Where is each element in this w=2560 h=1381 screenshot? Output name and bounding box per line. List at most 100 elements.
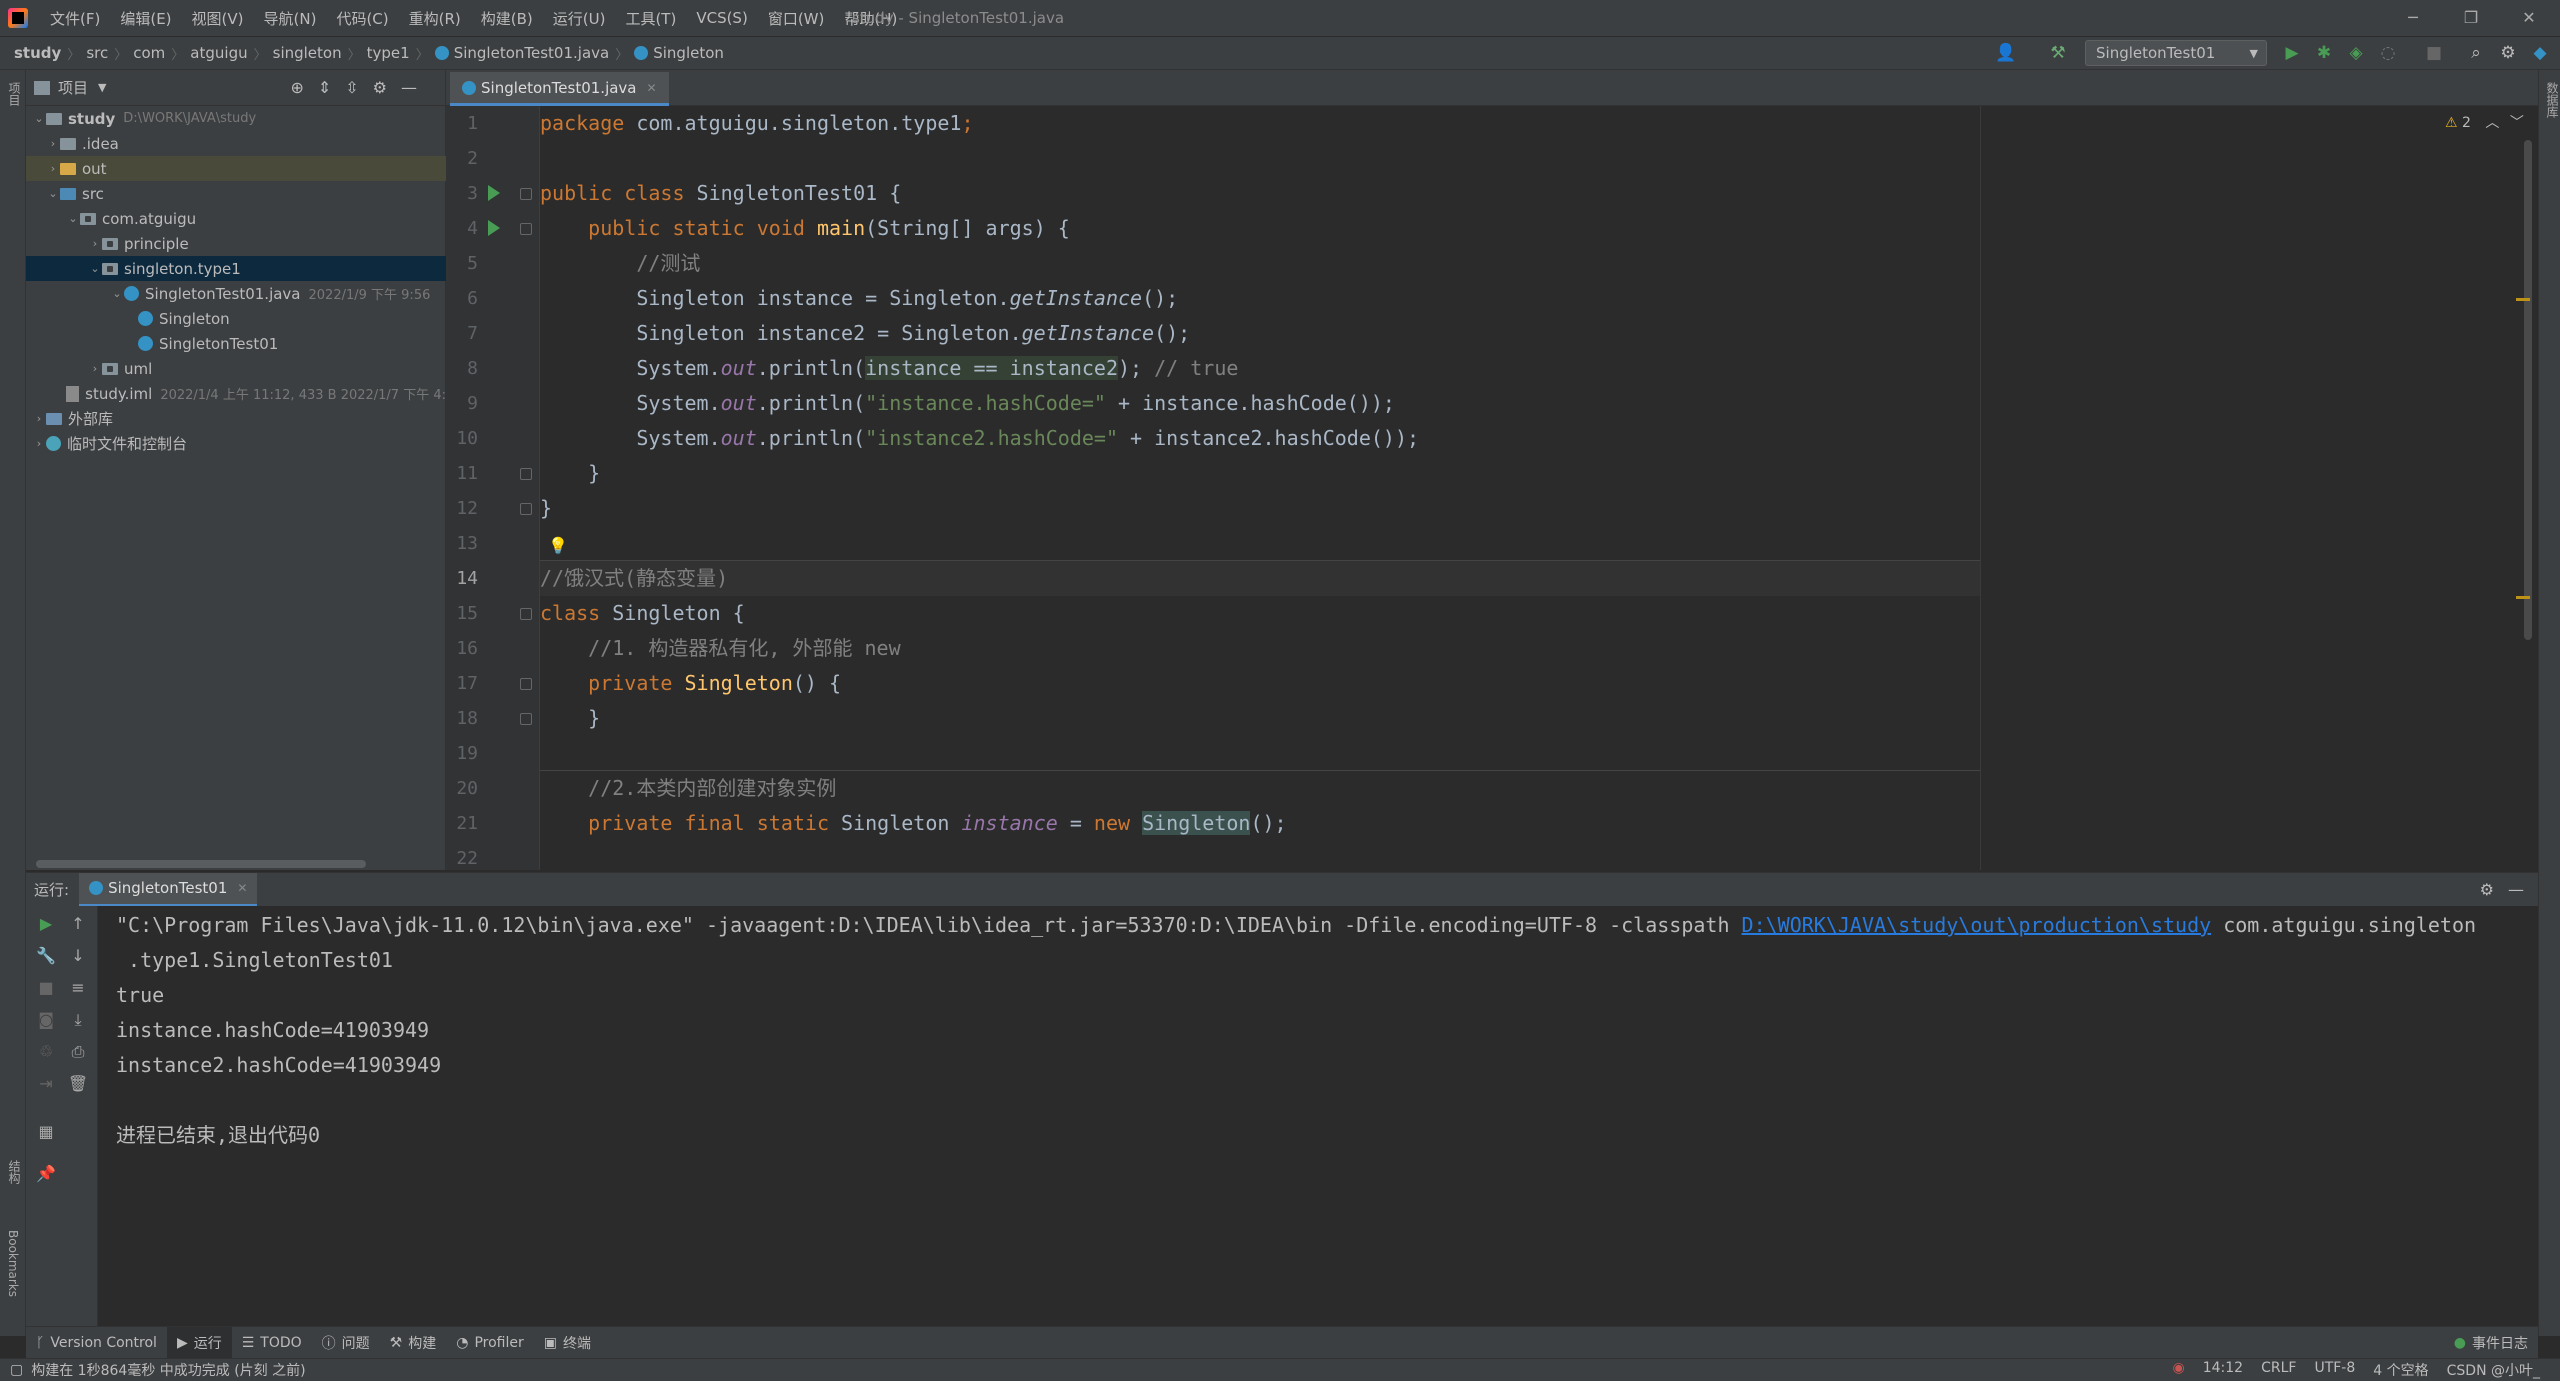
chevron-down-icon[interactable]: ﹀ bbox=[2510, 115, 2524, 131]
project-panel-title[interactable]: 项目 bbox=[58, 77, 88, 98]
fold-icon[interactable] bbox=[520, 223, 532, 235]
chevron-down-icon[interactable]: ▼ bbox=[98, 81, 106, 94]
indent-setting[interactable]: 4 个空格 bbox=[2373, 1360, 2428, 1380]
breadcrumb-class[interactable]: Singleton bbox=[628, 44, 730, 62]
restore-icon[interactable]: ❐ bbox=[2442, 0, 2500, 36]
caret-position[interactable]: 14:12 bbox=[2203, 1360, 2243, 1380]
line-separator[interactable]: CRLF bbox=[2261, 1360, 2296, 1380]
breadcrumb-singleton[interactable]: singleton bbox=[267, 44, 348, 62]
fold-icon[interactable] bbox=[520, 468, 532, 480]
toolwindow-version-control[interactable]: ᚴ Version Control bbox=[26, 1327, 167, 1359]
console-output[interactable]: "C:\Program Files\Java\jdk-11.0.12\bin\j… bbox=[98, 906, 2538, 1326]
tree-item-scratches[interactable]: › 临时文件和控制台 bbox=[26, 431, 446, 456]
warning-marker[interactable] bbox=[2516, 596, 2530, 599]
collapse-all-icon[interactable]: ⇳ bbox=[345, 78, 372, 97]
coverage-icon[interactable]: ◈ bbox=[2342, 36, 2370, 70]
search-icon[interactable]: ⌕ bbox=[2462, 36, 2490, 70]
exit-icon[interactable]: ⇥ bbox=[34, 1072, 58, 1096]
chevron-down-icon[interactable]: ⌄ bbox=[110, 287, 124, 300]
hide-icon[interactable]: — bbox=[2508, 880, 2524, 899]
side-tab-structure[interactable]: 结构 bbox=[6, 1160, 23, 1184]
build-hammer-icon[interactable]: ⚒ bbox=[2044, 36, 2072, 70]
file-encoding[interactable]: UTF-8 bbox=[2314, 1360, 2355, 1380]
restore-layout-icon[interactable]: ♲ bbox=[34, 1040, 58, 1064]
code-editor[interactable]: package com.atguigu.singleton.type1; pub… bbox=[540, 106, 2538, 870]
toolwindow-problems[interactable]: ⓘ 问题 bbox=[312, 1327, 380, 1359]
menu-build[interactable]: 构建(B) bbox=[471, 8, 543, 29]
tree-item-idea[interactable]: › .idea bbox=[26, 131, 446, 156]
chevron-right-icon[interactable]: › bbox=[88, 362, 102, 375]
tree-item-singleton-type1[interactable]: ⌄ singleton.type1 bbox=[26, 256, 446, 281]
chevron-up-icon[interactable]: ︿ bbox=[2485, 115, 2499, 131]
menu-edit[interactable]: 编辑(E) bbox=[110, 8, 181, 29]
tree-item-uml[interactable]: › uml bbox=[26, 356, 446, 381]
classpath-link[interactable]: D:\WORK\JAVA\study\out\production\study bbox=[1742, 913, 2212, 937]
fold-icon[interactable] bbox=[520, 188, 532, 200]
project-horizontal-scrollbar[interactable] bbox=[36, 860, 366, 868]
print-icon[interactable]: ⎙ bbox=[66, 1040, 90, 1064]
menu-tools[interactable]: 工具(T) bbox=[615, 8, 686, 29]
tree-item-src[interactable]: ⌄ src bbox=[26, 181, 446, 206]
status-square-icon[interactable]: ▢ bbox=[10, 1362, 23, 1378]
chevron-right-icon[interactable]: › bbox=[46, 162, 60, 175]
status-message[interactable]: 构建在 1秒864毫秒 中成功完成 (片刻 之前) bbox=[31, 1360, 305, 1380]
toolwindow-terminal[interactable]: ▣ 终端 bbox=[534, 1327, 601, 1359]
chevron-right-icon[interactable]: › bbox=[46, 137, 60, 150]
layout-icon[interactable]: ▦ bbox=[34, 1120, 58, 1144]
side-tab-bookmarks[interactable]: Bookmarks bbox=[6, 1230, 20, 1297]
chevron-right-icon[interactable]: › bbox=[88, 237, 102, 250]
editor-tab-singletontest01[interactable]: SingletonTest01.java ✕ bbox=[450, 72, 669, 106]
stop-icon[interactable]: ■ bbox=[2420, 36, 2448, 70]
power-save-icon[interactable]: ◉ bbox=[2173, 1360, 2185, 1380]
menu-run[interactable]: 运行(U) bbox=[543, 8, 616, 29]
breadcrumb-atguigu[interactable]: atguigu bbox=[184, 44, 253, 62]
pin-icon[interactable]: 📌 bbox=[34, 1162, 58, 1186]
run-configuration-select[interactable]: SingletonTest01 ▼ bbox=[2085, 40, 2267, 66]
arrow-down-icon[interactable]: ↓ bbox=[66, 944, 90, 968]
run-gutter-icon[interactable] bbox=[488, 185, 500, 201]
fold-icon[interactable] bbox=[520, 608, 532, 620]
tree-item-singleton-class[interactable]: Singleton bbox=[26, 306, 446, 331]
tree-item-principle[interactable]: › principle bbox=[26, 231, 446, 256]
arrow-up-icon[interactable]: ↑ bbox=[66, 912, 90, 936]
tree-item-external-libraries[interactable]: › 外部库 bbox=[26, 406, 446, 431]
toolwindow-todo[interactable]: ☰ TODO bbox=[232, 1327, 312, 1359]
side-tab-project[interactable]: 项目 bbox=[6, 82, 23, 106]
tree-item-out[interactable]: › out bbox=[26, 156, 446, 181]
editor-vertical-scrollbar[interactable] bbox=[2524, 140, 2532, 640]
menu-vcs[interactable]: VCS(S) bbox=[686, 9, 757, 27]
menu-file[interactable]: 文件(F) bbox=[40, 8, 110, 29]
chevron-down-icon[interactable]: ⌄ bbox=[66, 212, 80, 225]
updates-icon[interactable]: ◆ bbox=[2526, 36, 2554, 70]
rerun-icon[interactable]: ▶ bbox=[34, 912, 58, 936]
wrench-icon[interactable]: 🔧 bbox=[34, 944, 58, 968]
profile-icon[interactable]: ◌ bbox=[2374, 36, 2402, 70]
tree-item-singletontest01-java[interactable]: ⌄ SingletonTest01.java 2022/1/9 下午 9:56 bbox=[26, 281, 446, 306]
tree-item-singletontest01-class[interactable]: SingletonTest01 bbox=[26, 331, 446, 356]
camera-icon[interactable]: ◙ bbox=[34, 1008, 58, 1032]
toolwindow-run[interactable]: ▶ 运行 bbox=[166, 1326, 232, 1359]
menu-navigate[interactable]: 导航(N) bbox=[254, 8, 327, 29]
chevron-down-icon[interactable]: ⌄ bbox=[88, 262, 102, 275]
expand-all-icon[interactable]: ⇕ bbox=[318, 78, 345, 97]
fold-icon[interactable] bbox=[520, 678, 532, 690]
tree-item-com-atguigu[interactable]: ⌄ com.atguigu bbox=[26, 206, 446, 231]
gear-icon[interactable]: ⚙ bbox=[373, 78, 401, 97]
run-tab-singletontest01[interactable]: SingletonTest01 ✕ bbox=[79, 872, 258, 907]
warning-marker[interactable] bbox=[2516, 298, 2530, 301]
menu-refactor[interactable]: 重构(R) bbox=[399, 8, 471, 29]
run-gutter-icon[interactable] bbox=[488, 220, 500, 236]
breadcrumb-study[interactable]: study bbox=[0, 44, 67, 62]
toolwindow-build[interactable]: ⚒ 构建 bbox=[380, 1327, 447, 1359]
fold-icon[interactable] bbox=[520, 713, 532, 725]
chevron-right-icon[interactable]: › bbox=[32, 412, 46, 425]
breadcrumb-com[interactable]: com bbox=[127, 44, 171, 62]
toolwindow-profiler[interactable]: ◔ Profiler bbox=[446, 1327, 534, 1359]
toolwindow-event-log[interactable]: ● 事件日志 bbox=[2444, 1327, 2538, 1359]
inspection-widget[interactable]: ⚠ 2 ︿ ﹀ bbox=[2445, 112, 2524, 132]
stop-icon[interactable]: ■ bbox=[34, 976, 58, 1000]
minimize-icon[interactable]: ─ bbox=[2384, 0, 2442, 36]
breadcrumb-src[interactable]: src bbox=[80, 44, 114, 62]
locate-icon[interactable]: ⊕ bbox=[290, 78, 317, 97]
chevron-right-icon[interactable]: › bbox=[32, 437, 46, 450]
